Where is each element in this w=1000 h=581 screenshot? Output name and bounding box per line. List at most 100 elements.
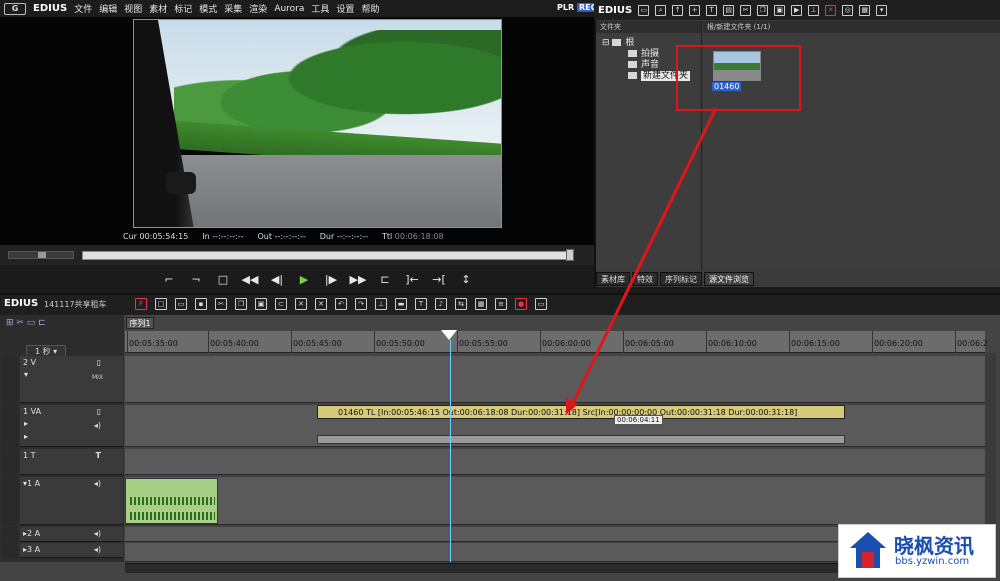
shuttle-thumb[interactable] <box>38 252 46 258</box>
window-icon[interactable]: ▭ <box>535 298 547 310</box>
menu-view[interactable]: 视图 <box>124 2 142 15</box>
menu-edit[interactable]: 编辑 <box>99 2 117 15</box>
menu-file[interactable]: 文件 <box>74 2 92 15</box>
menu-help[interactable]: 帮助 <box>361 2 379 15</box>
tab-bin[interactable]: 素材库 <box>596 272 630 286</box>
position-thumb[interactable] <box>566 249 574 261</box>
track-header-a3[interactable]: ▸3 A ◂) <box>20 543 123 558</box>
copy-icon[interactable]: ❐ <box>757 4 769 16</box>
bin-menu-icon[interactable]: ▾ <box>876 4 888 16</box>
menu-aurora[interactable]: Aurora <box>274 4 304 14</box>
menu-settings[interactable]: 设置 <box>336 2 354 15</box>
stop-icon[interactable]: □ <box>214 273 232 286</box>
marker-icon[interactable]: ▬ <box>395 298 407 310</box>
set-in-icon[interactable]: ⌐ <box>160 273 178 286</box>
timeline-clip[interactable]: 01460 TL [In:00:05:46:15 Out:00:06:18:08… <box>317 405 845 419</box>
view-icon[interactable]: ▦ <box>859 4 871 16</box>
speaker-icon[interactable]: ◂) <box>94 421 101 430</box>
timeline-add-icon[interactable]: ⊥ <box>808 4 820 16</box>
track-header-a2[interactable]: ▸2 A ◂) <box>20 527 123 542</box>
fast-forward-icon[interactable]: ▶▶ <box>349 273 367 286</box>
track-header-va1[interactable]: 1 VA ▯ ◂) ▸ ▸ <box>20 405 123 447</box>
ripple-delete-icon[interactable]: ✕ <box>315 298 327 310</box>
track-header-v2[interactable]: 2 V ▯ ▾ MIX <box>20 356 123 403</box>
audio-clip[interactable] <box>125 478 218 524</box>
menu-clip[interactable]: 素材 <box>149 2 167 15</box>
playhead-marker[interactable] <box>441 330 457 340</box>
timeline-clip-audio-bar[interactable] <box>317 435 845 444</box>
delete-icon[interactable]: ✕ <box>295 298 307 310</box>
mic-icon[interactable]: ♪ <box>435 298 447 310</box>
insert-icon[interactable]: ]← <box>403 273 421 286</box>
paste-icon[interactable]: ▣ <box>255 298 267 310</box>
undo-icon[interactable]: ↶ <box>335 298 347 310</box>
rewind-icon[interactable]: ◀◀ <box>241 273 259 286</box>
mixer-icon[interactable]: ≡ <box>495 298 507 310</box>
step-forward-icon[interactable]: |▶ <box>322 273 340 286</box>
dur-timecode: Dur --:--:--:-- <box>320 232 368 241</box>
replace-icon[interactable]: ⊂ <box>275 298 287 310</box>
track-lane-a1[interactable] <box>125 477 985 525</box>
loop-icon[interactable]: ⊏ <box>376 273 394 286</box>
tab-source-browser[interactable]: 源文件浏览 <box>704 272 754 286</box>
film-icon[interactable]: ▯ <box>97 358 101 367</box>
speaker-icon[interactable]: ◂) <box>94 479 101 488</box>
menu-capture[interactable]: 采集 <box>224 2 242 15</box>
split-icon[interactable]: ↕ <box>457 273 475 286</box>
film-icon[interactable]: ▯ <box>97 407 101 416</box>
player-icon[interactable]: ▶ <box>791 4 803 16</box>
track-header-t1[interactable]: 1 T T <box>20 449 123 475</box>
track-tool-icons[interactable]: ⊞ ✂ ▭ ⊏ <box>6 318 46 328</box>
ttl-value: 00:06:18:08 <box>394 232 444 241</box>
expand-icon[interactable]: ▸ <box>24 432 28 441</box>
set-out-icon[interactable]: ¬ <box>187 273 205 286</box>
overwrite-icon[interactable]: →[ <box>430 273 448 286</box>
add-clip-icon[interactable]: + <box>689 4 701 16</box>
track-header-a1[interactable]: ▾1 A ◂) <box>20 477 123 525</box>
record-icon[interactable]: ● <box>515 298 527 310</box>
delete-icon[interactable]: ✕ <box>825 4 837 16</box>
step-back-icon[interactable]: ◀| <box>268 273 286 286</box>
title-track-icon[interactable]: T <box>96 451 101 460</box>
play-icon[interactable]: ▶ <box>295 273 313 286</box>
tab-sequence-1[interactable]: 序列1 <box>126 317 154 329</box>
mode-icon[interactable]: F <box>135 298 147 310</box>
timeline-ruler[interactable]: 00:05:35:00 00:05:40:00 00:05:45:00 00:0… <box>125 331 988 353</box>
folder-icon[interactable]: ▭ <box>638 4 650 16</box>
position-bar[interactable] <box>82 251 574 260</box>
color-bar-icon[interactable]: ▤ <box>723 4 735 16</box>
save-icon[interactable]: ▪ <box>195 298 207 310</box>
menu-mode[interactable]: 模式 <box>199 2 217 15</box>
open-project-icon[interactable]: ▭ <box>175 298 187 310</box>
title-icon[interactable]: T <box>706 4 718 16</box>
bin-title: EDIUS <box>598 4 633 16</box>
menu-render[interactable]: 渲染 <box>249 2 267 15</box>
paste-icon[interactable]: ▣ <box>774 4 786 16</box>
playhead-line <box>450 340 451 562</box>
expand-icon[interactable]: ▸ <box>24 419 28 428</box>
cut-icon[interactable]: ✂ <box>215 298 227 310</box>
cut-icon[interactable]: ✂ <box>740 4 752 16</box>
track-lane-t1[interactable] <box>125 449 985 475</box>
redo-icon[interactable]: ↷ <box>355 298 367 310</box>
tab-sequence-markers[interactable]: 序列标记 <box>660 272 702 286</box>
search-icon[interactable]: ⌕ <box>655 4 667 16</box>
speaker-icon[interactable]: ◂) <box>94 545 101 554</box>
up-folder-icon[interactable]: ↑ <box>672 4 684 16</box>
expand-icon[interactable]: ▾ <box>24 370 28 379</box>
plr-mode-button[interactable]: PLR <box>557 3 574 12</box>
title-icon[interactable]: T <box>415 298 427 310</box>
tab-effects[interactable]: 特效 <box>632 272 658 286</box>
properties-icon[interactable]: ◎ <box>842 4 854 16</box>
grid-icon[interactable]: ▦ <box>475 298 487 310</box>
track-lane-v2[interactable] <box>125 356 985 403</box>
export-icon[interactable]: ⇆ <box>455 298 467 310</box>
new-sequence-icon[interactable]: □ <box>155 298 167 310</box>
menu-tools[interactable]: 工具 <box>311 2 329 15</box>
copy-icon[interactable]: ❐ <box>235 298 247 310</box>
folder-icon <box>628 50 637 57</box>
menu-marker[interactable]: 标记 <box>174 2 192 15</box>
split-icon[interactable]: ⊥ <box>375 298 387 310</box>
ruler-tick: 00:05:50:00 <box>374 331 425 353</box>
speaker-icon[interactable]: ◂) <box>94 529 101 538</box>
